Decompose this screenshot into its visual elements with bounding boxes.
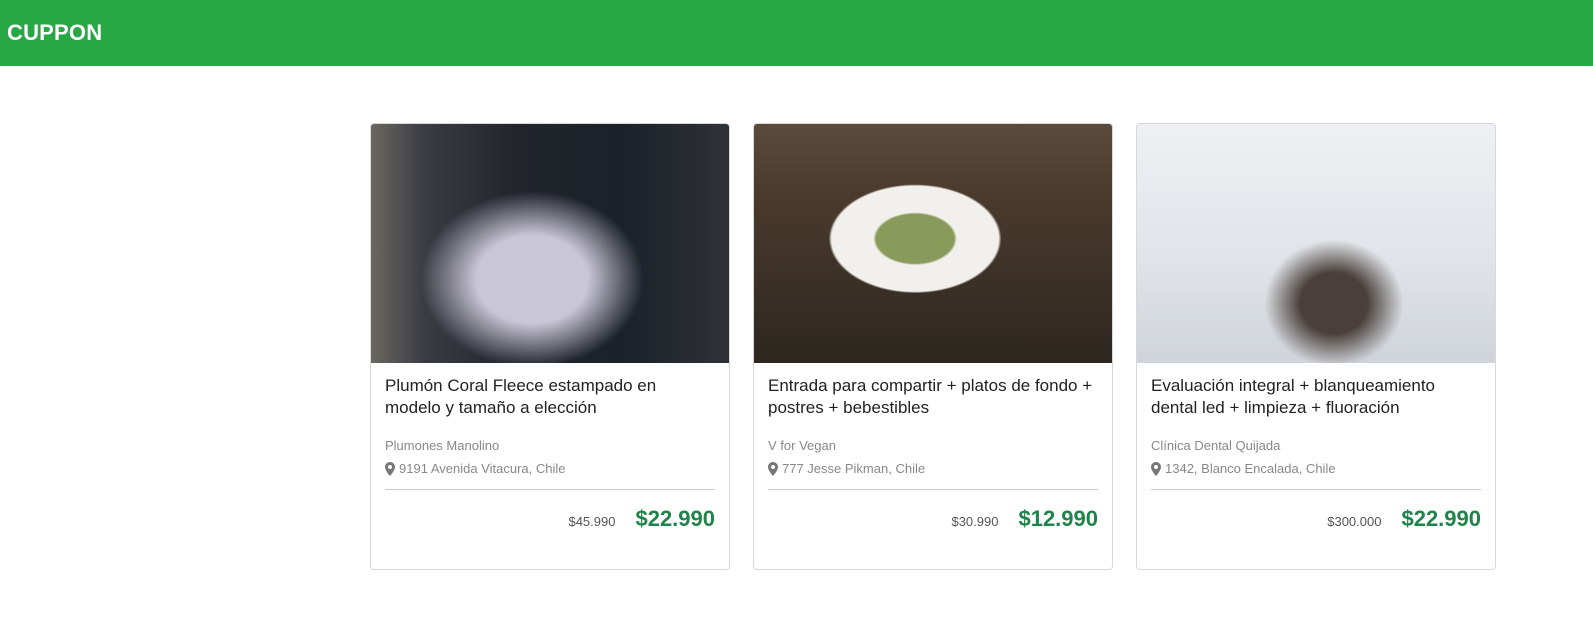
deal-card[interactable]: Evaluación integral + blanqueamiento den… (1136, 123, 1496, 570)
divider (385, 489, 715, 490)
location-text: 777 Jesse Pikman, Chile (782, 461, 926, 476)
price-row: $300.000 $22.990 (1151, 506, 1481, 532)
price-row: $30.990 $12.990 (768, 506, 1098, 532)
deal-location: 777 Jesse Pikman, Chile (768, 461, 1098, 476)
deal-title[interactable]: Plumón Coral Fleece estampado en modelo … (385, 375, 715, 419)
map-marker-icon (768, 461, 778, 476)
original-price: $45.990 (568, 514, 616, 529)
deal-price: $22.990 (1401, 506, 1481, 531)
deal-card[interactable]: Plumón Coral Fleece estampado en modelo … (370, 123, 730, 570)
original-price: $30.990 (951, 514, 999, 529)
map-marker-icon (1151, 461, 1161, 476)
divider (1151, 489, 1481, 490)
merchant-name: Plumones Manolino (385, 438, 500, 453)
deal-image[interactable] (754, 124, 1112, 363)
deal-card[interactable]: Entrada para compartir + platos de fondo… (753, 123, 1113, 570)
merchant-name: V for Vegan (768, 438, 836, 453)
top-navbar: CUPPON (0, 0, 1593, 66)
price-row: $45.990 $22.990 (385, 506, 715, 532)
location-text: 9191 Avenida Vitacura, Chile (399, 461, 566, 476)
deal-title[interactable]: Entrada para compartir + platos de fondo… (768, 375, 1098, 419)
deal-title[interactable]: Evaluación integral + blanqueamiento den… (1151, 375, 1481, 419)
deal-price: $12.990 (1018, 506, 1098, 531)
map-marker-icon (385, 461, 395, 476)
brand-logo[interactable]: CUPPON (7, 20, 102, 46)
deal-price: $22.990 (635, 506, 715, 531)
location-text: 1342, Blanco Encalada, Chile (1165, 461, 1336, 476)
merchant-name: Clínica Dental Quijada (1151, 438, 1281, 453)
original-price: $300.000 (1327, 514, 1382, 529)
divider (768, 489, 1098, 490)
deal-image[interactable] (1137, 124, 1495, 363)
deal-image[interactable] (371, 124, 729, 363)
deal-location: 9191 Avenida Vitacura, Chile (385, 461, 715, 476)
deal-location: 1342, Blanco Encalada, Chile (1151, 461, 1481, 476)
